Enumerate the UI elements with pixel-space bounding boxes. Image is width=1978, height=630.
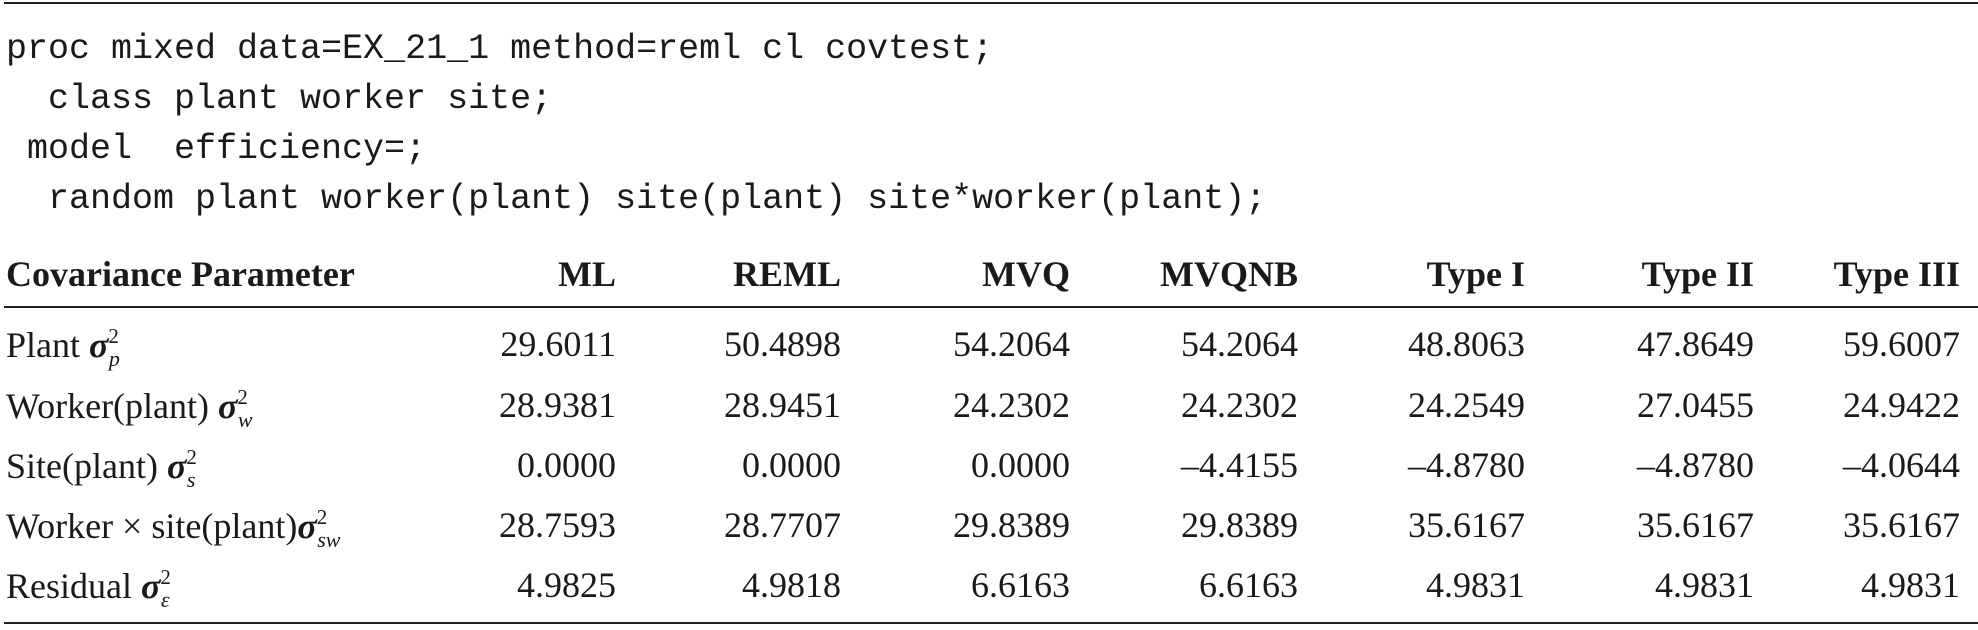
table-cell: 24.2302	[1181, 385, 1298, 425]
table-cell: 4.9818	[742, 565, 841, 605]
table-cell: 4.9825	[517, 565, 616, 605]
table-cell: 0.0000	[742, 445, 841, 485]
table-cell: 28.9451	[724, 385, 841, 425]
table-cell: 28.7707	[724, 505, 841, 545]
row-label-text: Worker(plant)	[6, 386, 219, 426]
table-cell: –4.0644	[1843, 445, 1960, 485]
column-header-reml: REML	[733, 254, 841, 294]
table-cell: 50.4898	[724, 324, 841, 364]
table-cell: 35.6167	[1637, 505, 1754, 545]
table-cell: 4.9831	[1861, 565, 1960, 605]
column-header-parameter: Covariance Parameter	[6, 254, 355, 294]
column-header-mvqnb: MVQNB	[1160, 254, 1298, 294]
row-label-site-plant: Site(plant) σ2s	[6, 445, 197, 492]
row-label-text: Plant	[6, 325, 90, 365]
table-cell: –4.8780	[1408, 445, 1525, 485]
code-line: random plant worker(plant) site(plant) s…	[6, 179, 1267, 219]
row-label-text: Site(plant)	[6, 446, 167, 486]
table-cell: 4.9831	[1655, 565, 1754, 605]
row-label-plant: Plant σ2p	[6, 326, 120, 370]
header-rule	[4, 306, 1978, 308]
sigma-symbol: σ2w	[218, 385, 253, 432]
table-cell: –4.8780	[1637, 445, 1754, 485]
top-rule	[4, 2, 1978, 4]
table-cell: 59.6007	[1843, 324, 1960, 364]
column-header-type-iii: Type III	[1833, 254, 1960, 294]
table-cell: 54.2064	[953, 324, 1070, 364]
sigma-symbol: σ2ε	[140, 565, 171, 612]
sigma-symbol: σ2sw	[297, 505, 341, 552]
table-cell: –4.4155	[1181, 445, 1298, 485]
table-cell: 24.2549	[1408, 385, 1525, 425]
table-cell: 0.0000	[517, 445, 616, 485]
table-cell: 35.6167	[1408, 505, 1525, 545]
table-cell: 4.9831	[1426, 565, 1525, 605]
sigma-symbol: σ2p	[89, 324, 120, 371]
bottom-rule	[4, 622, 1978, 624]
column-header-type-i: Type I	[1426, 254, 1525, 294]
table-cell: 28.9381	[499, 385, 616, 425]
table-cell: 6.6163	[971, 565, 1070, 605]
table-cell: 24.9422	[1843, 385, 1960, 425]
column-header-type-ii: Type II	[1641, 254, 1754, 294]
table-cell: 28.7593	[499, 505, 616, 545]
code-line: model efficiency=;	[6, 129, 427, 169]
code-line: class plant worker site;	[6, 79, 553, 119]
table-cell: 47.8649	[1637, 324, 1754, 364]
row-label-text: Residual	[6, 566, 141, 606]
table-cell: 29.8389	[953, 505, 1070, 545]
table-cell: 29.8389	[1181, 505, 1298, 545]
table-cell: 35.6167	[1843, 505, 1960, 545]
table-cell: 6.6163	[1199, 565, 1298, 605]
table-cell: 0.0000	[971, 445, 1070, 485]
table-cell: 29.6011	[500, 324, 616, 364]
sigma-symbol: σ2s	[166, 445, 197, 492]
column-header-mvq: MVQ	[982, 254, 1070, 294]
row-label-text: Worker × site(plant)	[6, 506, 298, 546]
table-cell: 27.0455	[1637, 385, 1754, 425]
row-label-residual: Residual σ2ε	[6, 565, 171, 612]
code-line: proc mixed data=EX_21_1 method=reml cl c…	[6, 29, 994, 69]
column-header-ml: ML	[558, 254, 616, 294]
table-cell: 48.8063	[1408, 324, 1525, 364]
table-cell: 54.2064	[1181, 324, 1298, 364]
row-label-worker-plant: Worker(plant) σ2w	[6, 387, 253, 431]
row-label-worker-site-plant: Worker × site(plant)σ2sw	[6, 507, 340, 551]
table-cell: 24.2302	[953, 385, 1070, 425]
